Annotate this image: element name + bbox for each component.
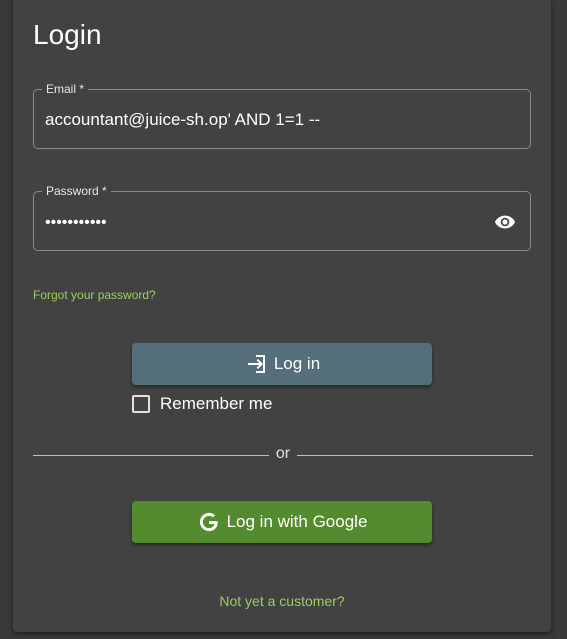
login-button-label: Log in [273,354,321,373]
divider-right [297,455,533,456]
page: Login Email * accountant@juice-sh.op' AN… [0,0,567,639]
eye-icon[interactable] [494,214,516,230]
login-card: Login Email * accountant@juice-sh.op' AN… [13,0,551,632]
password-input[interactable]: ••••••••••• [45,212,107,234]
email-input[interactable]: accountant@juice-sh.op' AND 1=1 -- [45,109,320,131]
register-link[interactable]: Not yet a customer? [13,592,551,610]
page-title: Login [33,19,102,50]
login-icon [244,352,268,376]
checkbox-icon[interactable] [132,395,150,413]
google-login-label: Log in with Google [226,512,368,531]
login-button[interactable]: Log in [132,343,432,385]
password-label: Password * [42,183,111,199]
remember-me-label: Remember me [160,394,273,413]
google-login-button[interactable]: Log in with Google [132,501,432,543]
divider-or-text: or [275,445,291,462]
email-label: Email * [42,81,89,97]
forgot-password-link[interactable]: Forgot your password? [33,287,156,303]
password-field[interactable]: Password * ••••••••••• [33,183,531,251]
remember-me-checkbox[interactable]: Remember me [132,394,272,414]
divider-left [33,455,269,456]
email-field[interactable]: Email * accountant@juice-sh.op' AND 1=1 … [33,81,531,149]
google-icon [197,510,221,534]
